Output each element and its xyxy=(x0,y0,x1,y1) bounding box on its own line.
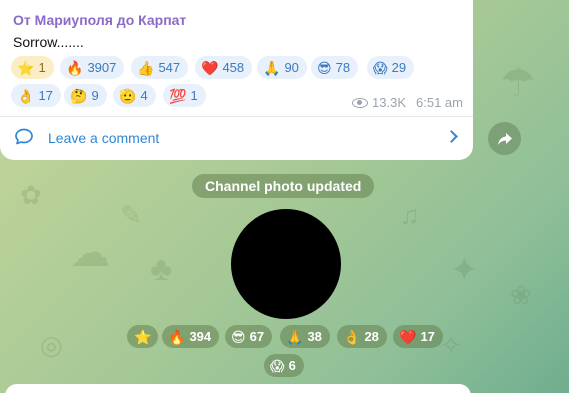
doodle-icon: ◎ xyxy=(40,330,63,360)
reaction-count: 67 xyxy=(249,329,265,344)
view-count: 13.3K xyxy=(372,95,407,110)
reaction-count: 4 xyxy=(140,88,148,103)
heart-icon: ❤️ xyxy=(399,328,417,345)
doodle-icon: ☁ xyxy=(70,231,110,275)
photo-reaction-heart[interactable]: ❤️ 17 xyxy=(393,325,443,348)
reaction-count: 547 xyxy=(158,60,181,75)
hundred-icon: 💯 xyxy=(169,87,187,104)
post-meta: 13.3K 6:51 am xyxy=(352,95,463,110)
reaction-pray[interactable]: 🙏 90 xyxy=(257,56,307,79)
message-text: Sorrow....... xyxy=(13,34,84,50)
salute-icon: 🫡 xyxy=(119,87,137,104)
reaction-fire[interactable]: 🔥 3907 xyxy=(60,56,125,79)
reaction-thinking[interactable]: 🤔 9 xyxy=(64,84,107,107)
service-message: Channel photo updated xyxy=(192,174,375,198)
photo-reaction-ok-hand[interactable]: 👌 28 xyxy=(337,325,387,348)
thinking-icon: 🤔 xyxy=(70,87,88,104)
reaction-salute[interactable]: 🫡 4 xyxy=(113,84,156,107)
reaction-count: 458 xyxy=(222,60,245,75)
channel-name[interactable]: От Мариуполя до Карпат xyxy=(13,12,186,28)
pray-icon: 🙏 xyxy=(263,59,281,76)
share-arrow-icon xyxy=(497,132,512,145)
fire-icon: 🔥 xyxy=(66,59,84,76)
scream-icon: 😱 xyxy=(373,59,388,76)
photo-reaction-star[interactable]: ⭐ xyxy=(127,325,159,348)
reaction-count: 28 xyxy=(364,329,379,344)
reaction-count: 1 xyxy=(38,60,46,75)
reaction-ok-hand[interactable]: 👌 17 xyxy=(11,84,61,107)
reaction-count: 90 xyxy=(284,60,299,75)
next-message-bubble[interactable] xyxy=(5,384,471,393)
reaction-scream[interactable]: 😱 29 xyxy=(367,56,415,79)
comment-bubble-icon xyxy=(15,128,33,145)
chevron-right-icon xyxy=(445,130,458,143)
reaction-count: 9 xyxy=(91,88,99,103)
thumbs-up-icon: 👍 xyxy=(137,59,155,76)
channel-post[interactable]: От Мариуполя до Карпат Sorrow....... ⭐ 1… xyxy=(0,0,473,160)
reaction-count: 394 xyxy=(189,329,212,344)
reaction-count: 1 xyxy=(190,88,198,103)
post-time: 6:51 am xyxy=(416,95,463,110)
reaction-count: 29 xyxy=(391,60,407,75)
reaction-heart[interactable]: ❤️ 458 xyxy=(195,56,253,79)
channel-photo[interactable] xyxy=(231,209,341,319)
eye-icon xyxy=(352,97,369,108)
doodle-icon: ♫ xyxy=(400,200,420,230)
reaction-star[interactable]: ⭐ 1 xyxy=(11,56,54,79)
doodle-icon: ✧ xyxy=(440,330,462,360)
reaction-count: 17 xyxy=(420,329,435,344)
leave-comment-button[interactable]: Leave a comment xyxy=(0,117,473,160)
fire-icon: 🔥 xyxy=(168,328,186,345)
reaction-hundred[interactable]: 💯 1 xyxy=(163,84,206,107)
photo-reaction-sunglasses[interactable]: 😎 67 xyxy=(225,325,273,348)
doodle-icon: ❀ xyxy=(510,280,532,310)
reaction-count: 38 xyxy=(307,329,322,344)
doodle-icon: ☂ xyxy=(500,61,536,105)
photo-reaction-scream[interactable]: 😱 6 xyxy=(264,354,304,377)
leave-comment-label: Leave a comment xyxy=(48,130,160,146)
ok-hand-icon: 👌 xyxy=(343,328,361,345)
scream-icon: 😱 xyxy=(270,357,285,374)
sunglasses-icon: 😎 xyxy=(231,328,246,345)
reaction-count: 17 xyxy=(38,88,53,103)
share-button[interactable] xyxy=(488,122,521,155)
doodle-icon: ✿ xyxy=(20,180,42,210)
reaction-count: 6 xyxy=(288,358,296,373)
sunglasses-icon: 😎 xyxy=(317,59,332,76)
photo-reaction-pray[interactable]: 🙏 38 xyxy=(280,325,330,348)
star-icon: ⭐ xyxy=(17,59,35,76)
reaction-sunglasses[interactable]: 😎 78 xyxy=(311,56,359,79)
reaction-count: 78 xyxy=(335,60,351,75)
doodle-icon: ✦ xyxy=(450,251,479,289)
doodle-icon: ♣ xyxy=(150,250,173,288)
pray-icon: 🙏 xyxy=(286,328,304,345)
heart-icon: ❤️ xyxy=(201,59,219,76)
reaction-count: 3907 xyxy=(87,60,117,75)
photo-reaction-fire[interactable]: 🔥 394 xyxy=(162,325,220,348)
doodle-icon: ✎ xyxy=(120,200,142,230)
reaction-thumbs-up[interactable]: 👍 547 xyxy=(131,56,189,79)
ok-hand-icon: 👌 xyxy=(17,87,35,104)
star-icon: ⭐ xyxy=(134,328,152,345)
